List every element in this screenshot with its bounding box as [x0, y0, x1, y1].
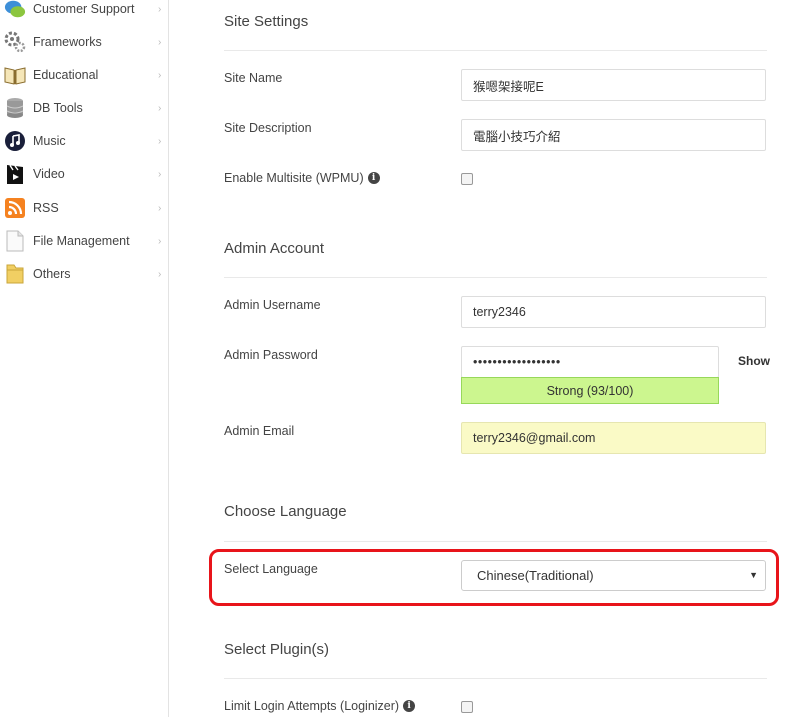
dropdown-caret-icon: ▼	[749, 570, 758, 580]
sidebar-item-video[interactable]: Video ›	[0, 159, 169, 189]
chevron-right-icon: ›	[158, 36, 162, 48]
chevron-right-icon: ›	[158, 102, 162, 114]
limit-login-checkbox[interactable]	[461, 701, 473, 713]
admin-email-label: Admin Email	[224, 424, 295, 438]
admin-password-input[interactable]: ••••••••••••••••••	[461, 346, 719, 378]
section-title-choose-language: Choose Language	[224, 503, 347, 520]
section-title-select-plugins: Select Plugin(s)	[224, 641, 330, 658]
chevron-right-icon: ›	[158, 168, 162, 180]
sidebar-item-educational[interactable]: Educational ›	[0, 60, 169, 90]
sidebar-item-file-management[interactable]: File Management ›	[0, 226, 169, 256]
info-icon[interactable]: i	[367, 172, 380, 184]
password-strength-bar: Strong (93/100)	[461, 377, 719, 404]
sidebar-item-customer-support[interactable]: Customer Support ›	[0, 0, 169, 24]
site-name-label: Site Name	[224, 71, 283, 85]
rss-icon	[4, 197, 26, 219]
chevron-right-icon: ›	[158, 202, 162, 214]
language-select-value: Chinese(Traditional)	[477, 568, 594, 583]
admin-username-label: Admin Username	[224, 298, 321, 312]
chevron-right-icon: ›	[158, 235, 162, 247]
chevron-right-icon: ›	[158, 268, 162, 280]
site-description-label: Site Description	[224, 121, 312, 135]
admin-password-label: Admin Password	[224, 348, 318, 362]
chevron-right-icon: ›	[158, 69, 162, 81]
sidebar-item-frameworks[interactable]: Frameworks ›	[0, 27, 169, 57]
section-title-admin-account: Admin Account	[224, 240, 325, 257]
multisite-checkbox[interactable]	[461, 173, 473, 185]
divider	[224, 50, 767, 51]
site-name-input[interactable]: 猴嗯架接呢E	[461, 69, 766, 101]
select-language-label: Select Language	[224, 562, 318, 576]
divider	[224, 541, 767, 542]
sidebar-item-rss[interactable]: RSS ›	[0, 193, 169, 223]
divider	[224, 277, 767, 278]
database-icon	[4, 97, 26, 119]
multisite-label: Enable Multisite (WPMU) i	[224, 171, 380, 185]
gears-icon	[4, 31, 26, 53]
document-icon	[4, 230, 26, 252]
category-sidebar: Customer Support › Frameworks › Educatio…	[0, 0, 169, 717]
chat-bubbles-icon	[4, 0, 26, 20]
info-icon[interactable]: i	[403, 700, 416, 712]
admin-email-input[interactable]: terry2346@gmail.com	[461, 422, 766, 454]
limit-login-label: Limit Login Attempts (Loginizer) i	[224, 699, 416, 713]
sidebar-item-music[interactable]: Music ›	[0, 126, 169, 156]
show-password-button[interactable]: Show	[738, 354, 770, 368]
section-title-site-settings: Site Settings	[224, 13, 309, 30]
sidebar-item-others[interactable]: Others ›	[0, 259, 169, 289]
admin-username-input[interactable]: terry2346	[461, 296, 766, 328]
clapperboard-icon	[4, 163, 26, 185]
divider	[224, 678, 767, 679]
sidebar-item-db-tools[interactable]: DB Tools ›	[0, 93, 169, 123]
multisite-label-text: Enable Multisite (WPMU)	[224, 171, 364, 185]
limit-login-label-text: Limit Login Attempts (Loginizer)	[224, 699, 400, 713]
chevron-right-icon: ›	[158, 3, 162, 15]
language-select[interactable]: Chinese(Traditional) ▼	[461, 560, 766, 591]
chevron-right-icon: ›	[158, 135, 162, 147]
site-description-input[interactable]: 電腦小技巧介紹	[461, 119, 766, 151]
open-book-icon	[4, 64, 26, 86]
install-form: Site Settings Site Name 猴嗯架接呢E Site Desc…	[169, 0, 800, 717]
folder-icon	[4, 263, 26, 285]
music-note-icon	[4, 130, 26, 152]
